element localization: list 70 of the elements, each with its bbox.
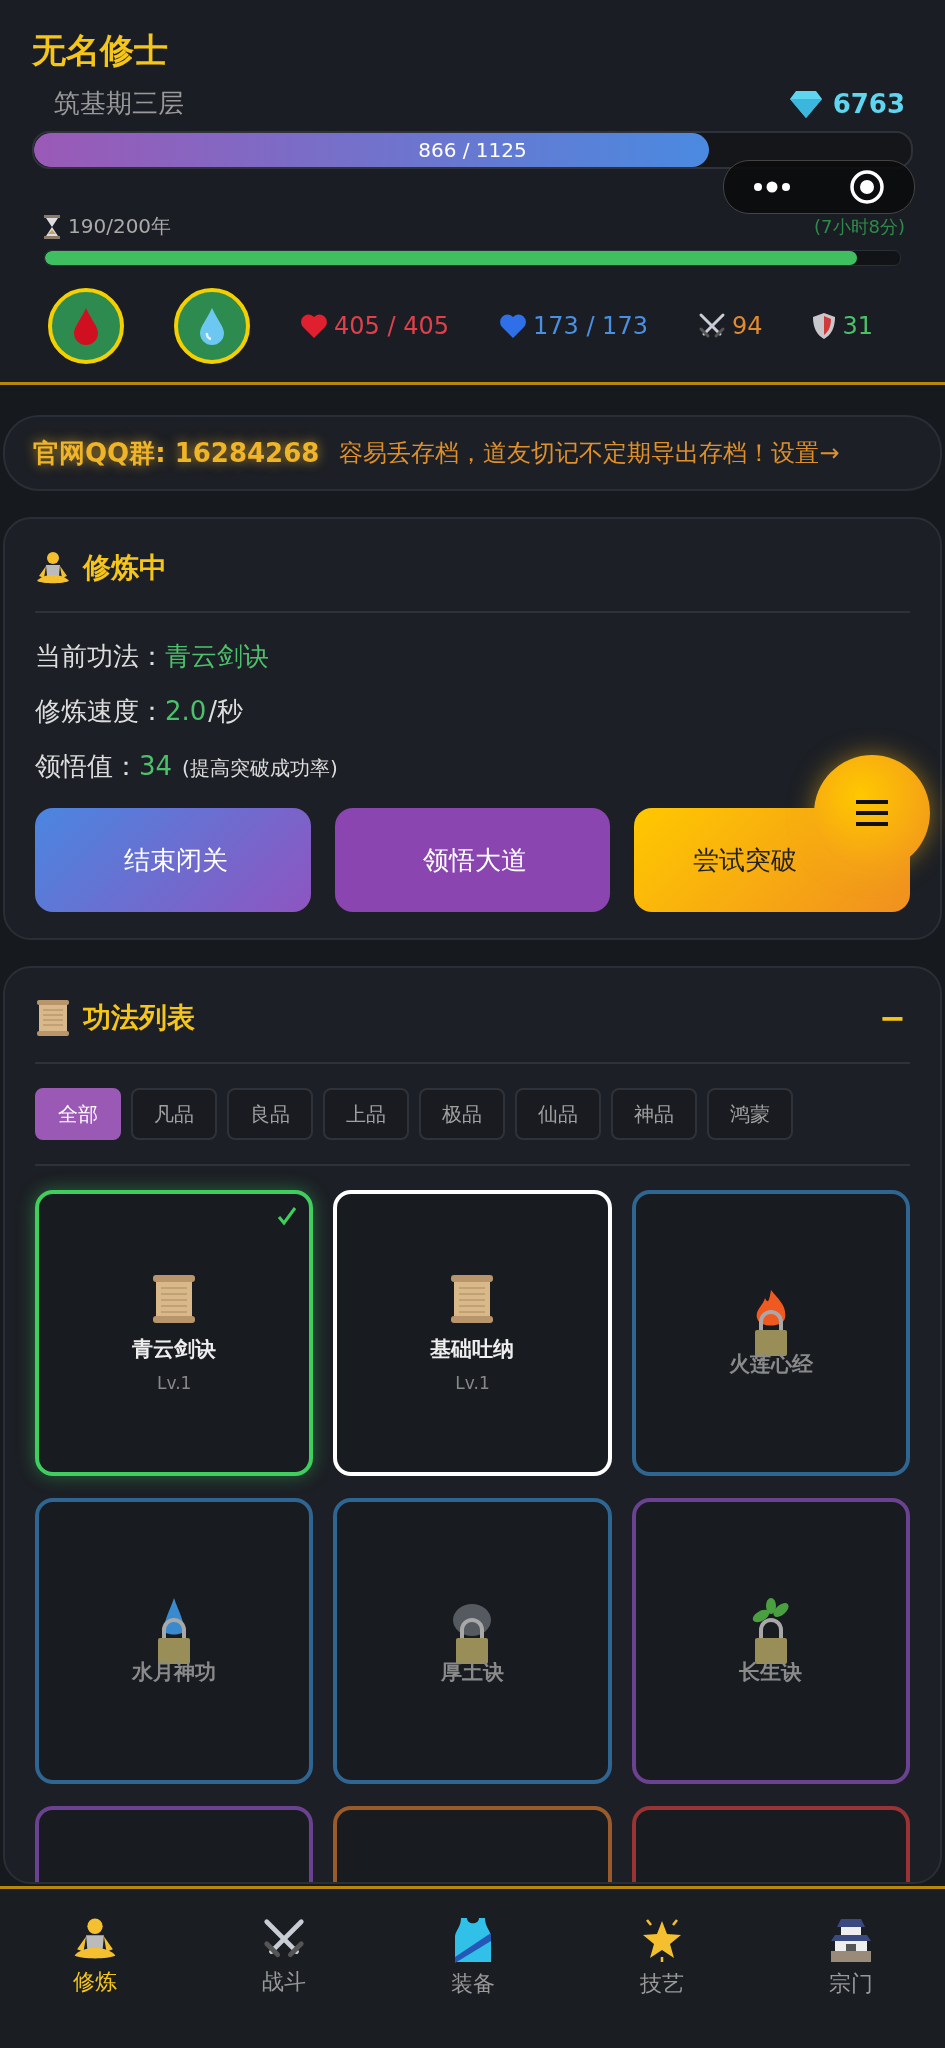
technique-card[interactable]: 青云剑诀 Lv.1 [35, 1190, 314, 1476]
technique-card[interactable]: 火莲心经 [631, 1190, 910, 1476]
stat-value: 94 [731, 312, 763, 340]
filter-tab[interactable]: 上品 [323, 1088, 409, 1140]
qq-group-text: 官网QQ群: 16284268 [33, 436, 320, 470]
technique-name: 长生诀 [739, 1659, 803, 1686]
info-unit: /秒 [208, 695, 244, 728]
crossed-swords-icon [697, 312, 726, 340]
collapse-button[interactable]: − [875, 999, 910, 1037]
technique-card[interactable]: 基础吐纳 Lv.1 [333, 1190, 612, 1476]
blood-drop-icon [73, 307, 99, 345]
action-button[interactable]: 结束闭关 [35, 808, 311, 912]
scroll-icon [35, 998, 71, 1038]
technique-name: 水月神功 [132, 1659, 217, 1686]
action-button[interactable]: 领悟大道 [334, 808, 611, 912]
heart-icon [300, 313, 328, 339]
lifespan-text: 190/200年 [68, 213, 172, 240]
technique-card[interactable]: 长生诀 [631, 1498, 910, 1784]
hourglass-icon [44, 214, 60, 239]
info-value: 2.0 [165, 695, 207, 728]
stat-value: 173 / 173 [532, 312, 648, 340]
nav-tab[interactable]: 修炼 [34, 1917, 155, 2013]
water-drop-icon [199, 307, 225, 345]
technique-name: 基础吐纳 [430, 1336, 515, 1363]
panel-title: 修炼中 [83, 550, 167, 586]
technique-card[interactable] [333, 1806, 612, 1882]
more-icon [753, 181, 791, 193]
realm-label: 筑基期三层 [54, 87, 184, 120]
filter-tab[interactable]: 凡品 [131, 1088, 217, 1140]
nav-tab[interactable]: 战斗 [223, 1917, 344, 2013]
technique-card[interactable]: 水月神功 [35, 1498, 314, 1784]
info-label: 领悟值： [35, 750, 139, 783]
info-value: 34 [139, 750, 173, 783]
stat-value: 31 [842, 312, 874, 340]
technique-card[interactable] [631, 1806, 910, 1882]
filter-tab[interactable]: 良品 [227, 1088, 313, 1140]
gem-count: 6763 [832, 88, 905, 119]
filter-tab[interactable]: 仙品 [515, 1088, 601, 1140]
nav-tab[interactable]: 装备 [412, 1917, 533, 2013]
progress-text: 866 / 1125 [417, 137, 528, 164]
technique-name: 火莲心经 [728, 1351, 813, 1378]
info-label: 当前功法： [35, 640, 165, 673]
technique-card[interactable]: 厚土诀 [333, 1498, 612, 1784]
technique-name: 厚土诀 [441, 1659, 504, 1686]
filter-tab[interactable]: 极品 [419, 1088, 505, 1140]
player-name: 无名修士 [32, 29, 169, 72]
meditating-person-icon [35, 551, 71, 585]
technique-level: Lv.1 [455, 1373, 490, 1393]
castle-icon [828, 1917, 873, 1963]
target-icon [849, 169, 885, 205]
technique-level: Lv.1 [156, 1373, 192, 1393]
remaining-time: (7小时8分) [814, 214, 905, 239]
diamond-icon [788, 88, 823, 119]
nav-tab[interactable]: 技艺 [601, 1917, 722, 2013]
info-note: (提高突破成功率) [182, 755, 338, 782]
info-label: 修炼速度： [35, 695, 165, 728]
checkmark-icon [277, 1206, 298, 1226]
filter-tab[interactable]: 全部 [35, 1088, 121, 1140]
tank-top-icon [452, 1917, 493, 1963]
menu-icon [856, 800, 888, 826]
filter-tab[interactable]: 鸿蒙 [707, 1088, 793, 1140]
stat-value: 405 / 405 [334, 312, 449, 340]
nav-tab[interactable]: 宗门 [790, 1917, 911, 2013]
panel-title: 功法列表 [83, 1000, 195, 1036]
notice-message: 容易丢存档，道友切记不定期导出存档！设置→ [339, 438, 840, 469]
heart-icon [498, 313, 527, 339]
technique-name: 青云剑诀 [132, 1336, 217, 1363]
info-value: 青云剑诀 [165, 640, 269, 673]
shield-icon [812, 312, 837, 340]
filter-tab[interactable]: 神品 [611, 1088, 697, 1140]
